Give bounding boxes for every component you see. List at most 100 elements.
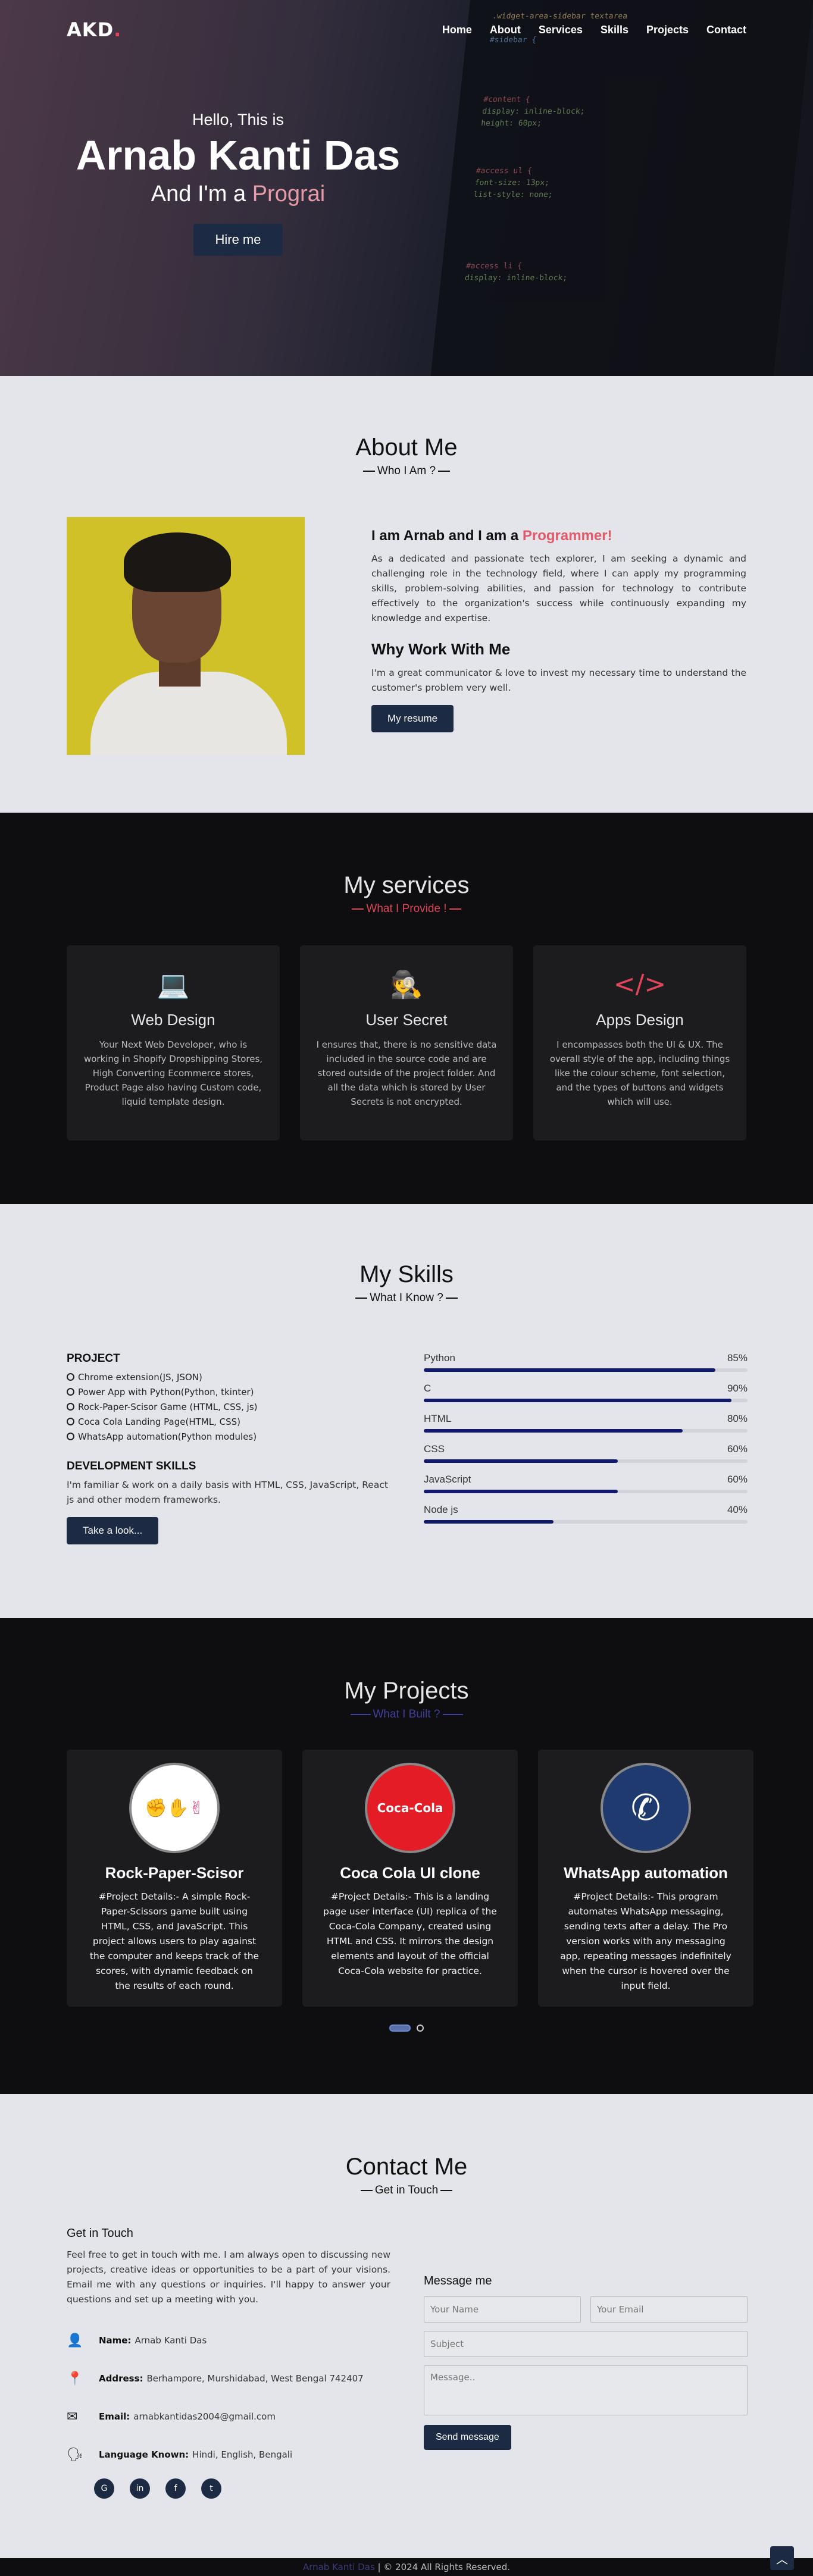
github-icon[interactable]: G	[94, 2478, 114, 2499]
why-work-text: I'm a great communicator & love to inves…	[371, 667, 746, 693]
skill-bar: Node js 40%	[424, 1504, 748, 1524]
skill-bar: CSS 60%	[424, 1443, 748, 1463]
whatsapp-icon: ✆	[601, 1763, 691, 1853]
project-title: Coca Cola UI clone	[340, 1864, 480, 1882]
carousel-dot[interactable]	[417, 2025, 424, 2032]
chevron-up-icon: ︿	[776, 2552, 788, 2566]
skill-percent: 90%	[727, 1383, 748, 1394]
about-heading: I am Arnab and I am a Programmer!	[371, 528, 612, 544]
skill-name: C	[424, 1383, 431, 1394]
form-heading: Message me	[424, 2274, 492, 2287]
name-field[interactable]: Your Name	[424, 2296, 581, 2323]
footer-name-link[interactable]: Arnab Kanti Das	[303, 2562, 375, 2572]
footer-copyright: | © 2024 All Rights Reserved.	[374, 2562, 511, 2572]
info-value: Arnab Kanti Das	[135, 2335, 207, 2346]
nav-link-services[interactable]: Services	[539, 24, 583, 36]
project-card[interactable]: ✆ WhatsApp automation #Project Details:-…	[538, 1750, 753, 2007]
skill-percent: 60%	[727, 1474, 748, 1485]
typed-role-text: Prograi	[252, 181, 326, 206]
skill-bar: JavaScript 60%	[424, 1474, 748, 1493]
skill-bars: Python 85% C 90% HTML 80% CSS 60% JavaScript…	[424, 1352, 748, 1544]
service-card-apps-design[interactable]: </> Apps Design I encompasses both the U…	[533, 945, 746, 1140]
project-text: #Project Details:- A simple Rock-Paper-S…	[89, 1891, 259, 1991]
nav-link-home[interactable]: Home	[442, 24, 472, 36]
skill-fill	[424, 1399, 731, 1402]
skill-track	[424, 1520, 748, 1524]
linkedin-icon[interactable]: in	[130, 2478, 150, 2499]
rock-paper-scissors-icon: ✊✋✌	[129, 1763, 220, 1853]
dev-skills-text: I'm familiar & work on a daily basis wit…	[67, 1480, 388, 1505]
contact-form: Message me Your Name Your Email Subject …	[424, 2227, 748, 2499]
project-card[interactable]: ✊✋✌ Rock-Paper-Scisor #Project Details:-…	[67, 1750, 282, 2007]
project-card[interactable]: Coca-Cola Coca Cola UI clone #Project De…	[302, 1750, 518, 2007]
service-text: I ensures that, there is no sensitive da…	[316, 1039, 497, 1107]
info-label: Language Known:	[99, 2449, 189, 2460]
site-logo[interactable]: AKD.	[67, 18, 121, 41]
contact-title: Contact Me	[345, 2154, 468, 2180]
email-field[interactable]: Your Email	[590, 2296, 748, 2323]
get-in-touch-heading: Get in Touch	[67, 2227, 133, 2240]
contact-section: Contact Me Get in Touch Get in Touch Fee…	[0, 2094, 813, 2570]
subject-field[interactable]: Subject	[424, 2331, 748, 2357]
hero-name: Arnab Kanti Das	[76, 132, 401, 178]
skill-percent: 80%	[727, 1413, 748, 1424]
projects-section: My Projects What I Built ? ✊✋✌ Rock-Pape…	[0, 1618, 813, 2094]
nav-link-about[interactable]: About	[490, 24, 521, 36]
nav-link-skills[interactable]: Skills	[601, 24, 628, 36]
hero-content: Hello, This is Arnab Kanti Das And I'm a…	[65, 111, 411, 256]
about-paragraph: As a dedicated and passionate tech explo…	[371, 553, 746, 623]
services-section: My services What I Provide ! 💻 Web Desig…	[0, 813, 813, 1204]
skill-name: Python	[424, 1352, 455, 1364]
skill-bar: Python 85%	[424, 1352, 748, 1372]
facebook-icon[interactable]: f	[165, 2478, 186, 2499]
list-item: Coca Cola Landing Page(HTML, CSS)	[67, 1415, 390, 1430]
service-card-user-secret[interactable]: 🕵 User Secret I ensures that, there is n…	[300, 945, 513, 1140]
info-value: arnabkantidas2004@gmail.com	[133, 2411, 276, 2422]
carousel-dots	[0, 2025, 813, 2032]
nav-link-contact[interactable]: Contact	[706, 24, 746, 36]
resume-button[interactable]: My resume	[371, 705, 454, 732]
skill-fill	[424, 1490, 618, 1493]
user-secret-icon: 🕵	[390, 970, 423, 1000]
skill-bar: HTML 80%	[424, 1413, 748, 1433]
contact-info-row: 👤 Name: Arnab Kanti Das	[67, 2321, 390, 2359]
info-label: Email:	[99, 2411, 130, 2422]
service-text: I encompasses both the UI & UX. The over…	[549, 1039, 730, 1107]
hero-greeting: Hello, This is	[192, 111, 284, 129]
profile-photo	[67, 517, 305, 755]
twitter-icon[interactable]: t	[201, 2478, 221, 2499]
take-a-look-button[interactable]: Take a look...	[67, 1517, 159, 1544]
coca-cola-logo-icon: Coca-Cola	[365, 1763, 455, 1853]
laptop-code-icon: 💻	[157, 970, 190, 1000]
contact-info-row: ✉ Email: arnabkantidas2004@gmail.com	[67, 2398, 390, 2436]
user-icon: 👤	[67, 2333, 83, 2348]
skill-percent: 40%	[727, 1504, 748, 1515]
why-work-heading: Why Work With Me	[371, 640, 511, 658]
skills-title: My Skills	[359, 1261, 454, 1287]
skill-fill	[424, 1368, 715, 1372]
service-title: Web Design	[131, 1011, 215, 1029]
nav-menu: Home About Services Skills Projects Cont…	[442, 24, 746, 36]
skill-track	[424, 1368, 748, 1372]
contact-paragraph: Feel free to get in touch with me. I am …	[67, 2249, 390, 2305]
info-value: Hindi, English, Bengali	[192, 2449, 293, 2460]
hire-me-button[interactable]: Hire me	[193, 224, 283, 256]
nav-link-projects[interactable]: Projects	[646, 24, 689, 36]
top-navbar: AKD. Home About Services Skills Projects…	[0, 0, 813, 59]
info-value: Berhampore, Murshidabad, West Bengal 742…	[146, 2373, 364, 2384]
about-text: I am Arnab and I am a Programmer! As a d…	[371, 517, 746, 755]
footer: Arnab Kanti Das | © 2024 All Rights Rese…	[0, 2558, 813, 2576]
skills-subtitle: What I Know ?	[0, 1292, 813, 1305]
message-field[interactable]: Message..	[424, 2365, 748, 2415]
send-message-button[interactable]: Send message	[424, 2425, 511, 2450]
list-item: Chrome extension(JS, JSON)	[67, 1370, 390, 1385]
project-list: Chrome extension(JS, JSON) Power App wit…	[67, 1370, 390, 1444]
skill-name: Node js	[424, 1504, 458, 1515]
list-item: Rock-Paper-Scisor Game (HTML, CSS, js)	[67, 1400, 390, 1415]
skill-percent: 85%	[727, 1352, 748, 1364]
service-card-web-design[interactable]: 💻 Web Design Your Next Web Developer, wh…	[67, 945, 280, 1140]
carousel-dot-active[interactable]	[389, 2025, 411, 2032]
skill-fill	[424, 1459, 618, 1463]
scroll-top-button[interactable]: ︿	[770, 2546, 794, 2570]
contact-info-row: 🗣 Language Known: Hindi, English, Bengali	[67, 2436, 390, 2474]
